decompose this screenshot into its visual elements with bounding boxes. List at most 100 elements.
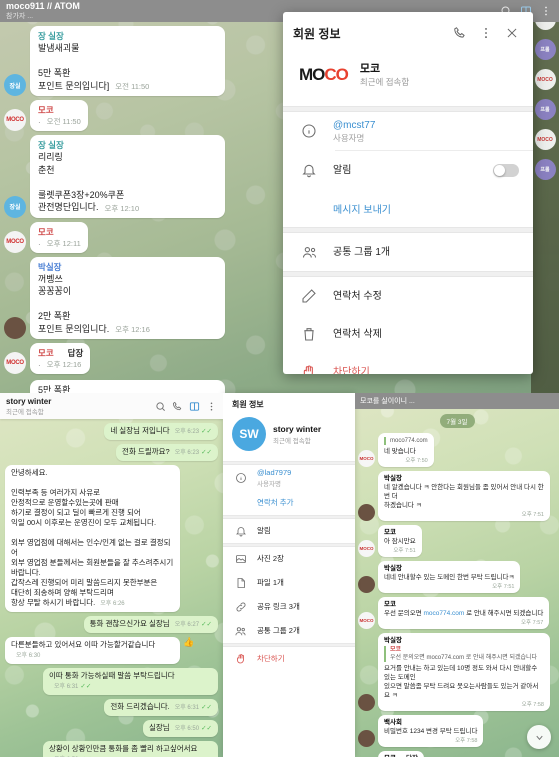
avatar[interactable]: 장실 [4,74,26,96]
message-row[interactable]: 이따 통화 가능하실때 말씀 부탁드립니다 오후 6:31 ✓✓ [0,668,223,699]
message-meta: 오후 6:23 ✓✓ [170,427,212,437]
message-bubble[interactable]: 장 실장 발냄새괴물 5만 폭환 포인트 문의입니다] 오전 11:50 [30,26,225,96]
avatar[interactable]: MOCO [358,450,375,467]
message-row[interactable]: MOCO 모코 우선 문의오면 moco774.com 로 안내 해주시면 되겠습니… [355,597,559,633]
avatar[interactable] [358,694,375,711]
phone-icon[interactable] [170,399,185,414]
avatar[interactable] [4,317,26,339]
bm-notifications-text: 알림 [249,526,346,536]
message-bubble[interactable]: 모코 답장 · 오후 12:16 [30,343,91,374]
message-bubble[interactable]: 네 실장님 저입니다 오후 6:23 ✓✓ [104,423,218,440]
reaction-emoji[interactable]: 👍 [183,637,194,664]
message-bubble[interactable]: 모코답장·오후 8:09 [378,751,424,757]
close-icon[interactable] [501,22,523,44]
overflow-menu-icon[interactable] [539,4,553,18]
phone-icon[interactable] [449,22,471,44]
bm-block-row[interactable]: 차단하기 [223,647,355,671]
message-bubble[interactable]: 안녕하세요. 인력부족 등 여러가지 사유로 안정적으로 운영할수있는곳에 판매… [5,465,180,612]
member-info-dialog[interactable]: 회원 정보 MOCO 모코 최근에 접속함 @mcst77 사용자명 알림 메시… [283,12,533,374]
message-bubble[interactable]: moco774.com 네 맞습니다 오후 7:50 [378,433,434,467]
delete-contact-row[interactable]: 연락처 삭제 [283,315,533,353]
message-row[interactable]: 안녕하세요. 인력부족 등 여러가지 사유로 안정적으로 운영할수있는곳에 판매… [0,465,223,616]
message-row[interactable]: MOCO모코답장·오후 8:09 [355,751,559,757]
avatar[interactable]: MOCO [4,352,26,374]
message-bubble[interactable]: 박실장 모코 우선 문의오면 moco774.com 로 안내 해주시면 되겠습니다… [378,633,550,711]
avatar[interactable] [358,504,375,521]
message-row[interactable]: 박실장 모코 우선 문의오면 moco774.com 로 안내 해주시면 되겠습니다… [355,633,559,715]
message-line [38,298,218,311]
send-message-link[interactable]: 메시지 보내기 [333,201,519,216]
split-panel-icon[interactable] [187,399,202,414]
message-bubble[interactable]: 통화 괜찮으신가요 실장님 오후 6:27 ✓✓ [83,616,218,633]
bm-username-row[interactable]: @lad7979 사용자명 [223,465,355,491]
message-meta: 오후 6:23 ✓✓ [170,448,212,458]
message-bubble[interactable]: 박실장 네네 안내할수 있는 도메인 한번 부탁 드립니다ㅋ 오후 7:51 [378,561,521,593]
chevron-down-icon[interactable] [527,725,551,749]
message-bubble[interactable]: 전화 드릴까요? 오후 6:23 ✓✓ [116,444,218,461]
avatar[interactable] [358,730,375,747]
message-row[interactable]: MOCO 모코 아 잠시만요 오후 7:51 [355,525,559,561]
message-bubble[interactable]: 박실장 꺼벵쓰 꽁꽁꽁이 2만 폭환 포인트 문의입니다. 오후 12:16 [30,256,225,339]
photo-icon [232,553,249,565]
message-bubble[interactable]: 모코 · 오전 11:50 [30,100,88,131]
quoted-message[interactable]: 모코 우선 문의오면 moco774.com 로 안내 해주시면 되겠습니다 [384,646,544,662]
avatar[interactable]: MOCO [358,612,375,629]
message-row[interactable]: 통화 괜찮으신가요 실장님 오후 6:27 ✓✓ [0,616,223,637]
message-bubble[interactable]: 장 실장 리리링 춘천 룰렛쿠폰3장+20%쿠폰 관전명단입니다. 오후 12:10 [30,135,225,218]
bm-notifications-row[interactable]: 알림 [223,519,355,543]
message-row[interactable]: 전화 드리겠습니다. 오후 6:31 ✓✓ [0,699,223,720]
profile-status: 최근에 접속함 [359,77,410,87]
send-message-row[interactable]: 메시지 보내기 [283,189,533,227]
bm-photos-row[interactable]: 사진 2장 [223,547,355,571]
bm-add-contact-row[interactable]: 연락처 추가 [223,491,355,515]
bm-links-row[interactable]: 공유 링크 3개 [223,595,355,619]
message-bubble[interactable]: 다른분들하고 있어서요 이따 가능할거같습니다 오후 6:30 [5,637,180,664]
message-last-line: · 오후 12:16 [38,359,83,370]
username-value[interactable]: @mcst77 [333,119,519,132]
message-row[interactable]: 상황이 상황인만큼 통화를 좀 빨리 하고싶어서요오후 6:50✓✓ [0,741,223,757]
message-row[interactable]: 박실장 네네 안내할수 있는 도메인 한번 부탁 드립니다ㅋ 오후 7:51 [355,561,559,597]
message-bubble[interactable]: 모코 우선 문의오면 moco774.com 로 안내 해주시면 되겠습니다 오후 … [378,597,550,629]
quoted-message[interactable]: moco774.com [384,437,428,445]
avatar[interactable]: MOCO [4,109,26,131]
message-row[interactable]: 5만 폭환 [0,378,559,393]
message-bubble[interactable]: 실장님 오후 6:50 ✓✓ [143,720,218,737]
bl-message-list[interactable]: 네 실장님 저입니다 오후 6:23 ✓✓ 전화 드릴까요? 오후 6:23 ✓✓ 안녕하세… [0,419,223,757]
avatar[interactable]: 장실 [4,195,26,218]
message-bubble[interactable]: 백사회 비밀번호 1234 변경 부탁 드립니다 오후 7:58 [378,715,484,747]
message-row[interactable]: 다른분들하고 있어서요 이따 가능할거같습니다 오후 6:30 👍 [0,637,223,668]
message-row[interactable]: 전화 드릴까요? 오후 6:23 ✓✓ [0,444,223,465]
overflow-menu-icon[interactable] [475,22,497,44]
avatar[interactable]: MOCO [358,540,375,557]
avatar[interactable] [358,576,375,593]
notifications-row[interactable]: 알림 [283,151,533,189]
bm-add-contact-label[interactable]: 연락처 추가 [257,498,346,508]
bm-files-row[interactable]: 파일 1개 [223,571,355,595]
message-bubble[interactable]: 상황이 상황인만큼 통화를 좀 빨리 하고싶어서요오후 6:50✓✓ [43,741,218,757]
message-bubble[interactable]: 모코 · 오후 12:11 [30,221,88,253]
overflow-menu-icon[interactable] [204,399,219,414]
message-bubble[interactable]: 이따 통화 가능하실때 말씀 부탁드립니다 오후 6:31 ✓✓ [43,668,218,695]
message-bubble[interactable]: 5만 폭환 [30,379,225,393]
message-sender: 모코 [384,529,396,536]
message-bubble[interactable]: 박실장 네 알겠습니다 ㅋ 안한다는 회원님들 좀 있어서 안내 다시 한번 더하… [378,471,550,521]
br-message-list[interactable]: 7월 3일 MOCO moco774.com 네 맞습니다 오후 7:50 박실장 네 알겠… [355,411,559,757]
bm-common-groups-row[interactable]: 공통 그룹 2개 [223,619,355,643]
search-icon[interactable] [153,399,168,414]
people-icon [297,244,321,261]
message-row[interactable]: 네 실장님 저입니다 오후 6:23 ✓✓ [0,423,223,444]
block-user-row[interactable]: 차단하기 [283,353,533,374]
username-row[interactable]: @mcst77 사용자명 [283,112,533,150]
avatar[interactable]: MOCO [4,230,26,253]
message-link[interactable]: moco774.com [424,610,465,617]
common-groups-row[interactable]: 공통 그룹 1개 [283,233,533,271]
message-row[interactable]: 박실장 네 알겠습니다 ㅋ 안한다는 회원님들 좀 있어서 안내 다시 한번 더하… [355,471,559,525]
message-row[interactable]: MOCO moco774.com 네 맞습니다 오후 7:50 [355,433,559,471]
message-row[interactable]: 실장님 오후 6:50 ✓✓ [0,720,223,741]
bm-username-value[interactable]: @lad7979 [257,468,346,478]
edit-contact-row[interactable]: 연락처 수정 [283,277,533,315]
message-bubble[interactable]: 모코 아 잠시만요 오후 7:51 [378,525,422,557]
notifications-toggle[interactable] [493,163,519,177]
message-bubble[interactable]: 전화 드리겠습니다. 오후 6:31 ✓✓ [104,699,218,716]
bottom-member-info-panel[interactable]: 회원 정보 SW story winter 최근에 접속함 @lad7979 사… [223,393,355,757]
